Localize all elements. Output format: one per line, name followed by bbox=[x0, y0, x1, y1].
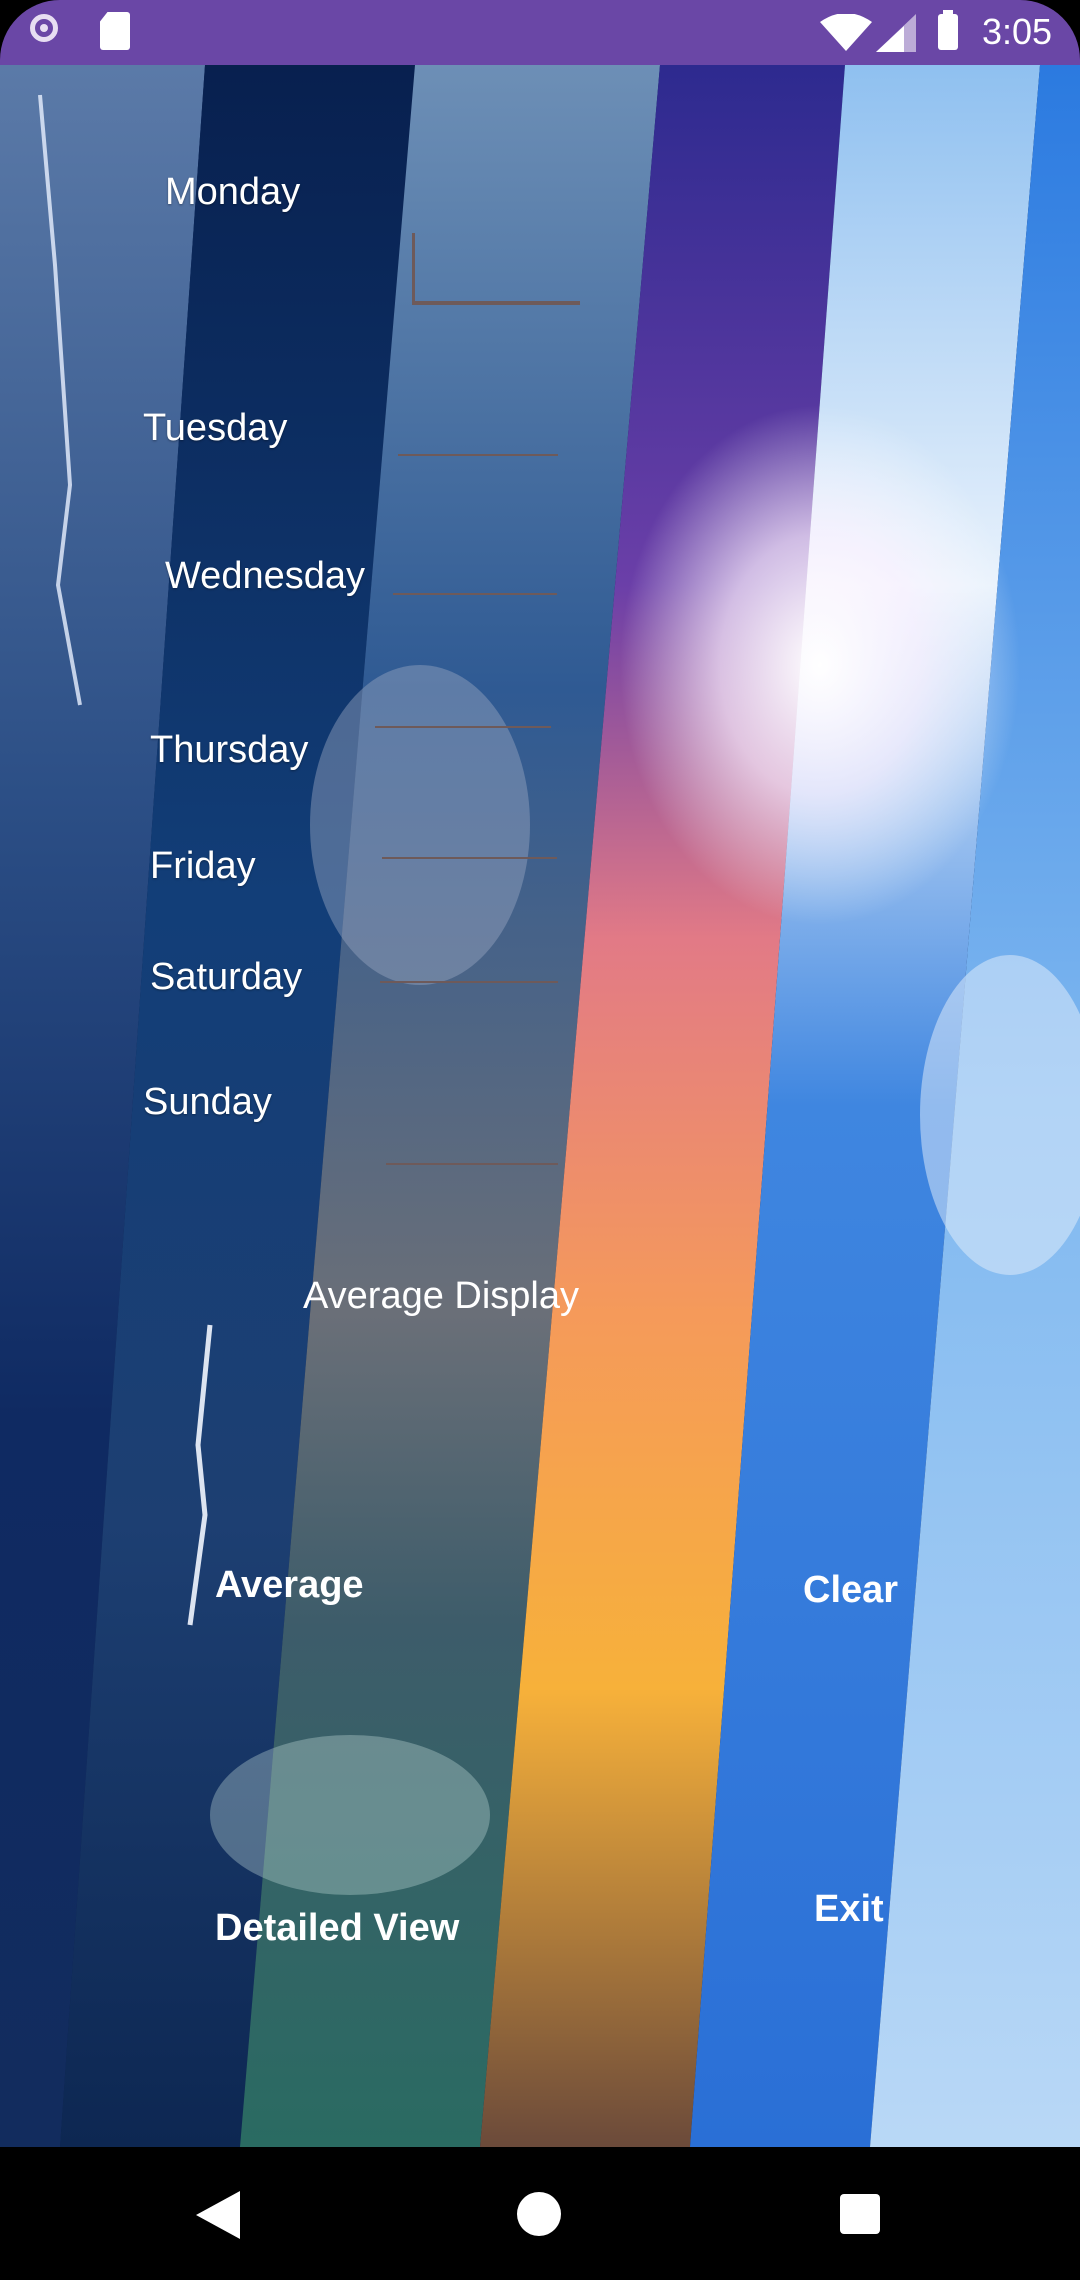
home-icon[interactable] bbox=[517, 2192, 561, 2236]
day-input-friday[interactable] bbox=[382, 811, 557, 859]
clear-button[interactable]: Clear bbox=[803, 1565, 898, 1615]
sd-card-icon bbox=[100, 12, 130, 50]
status-time: 3:05 bbox=[982, 11, 1053, 52]
main-content: Monday Tuesday Wednesday Thursday Friday… bbox=[0, 65, 1080, 2147]
day-label-monday: Monday bbox=[165, 171, 301, 213]
device-screen: 3:05 Monday Tuesday Wednesday Thursday F… bbox=[0, 0, 1080, 2280]
day-label-sunday: Sunday bbox=[143, 1081, 272, 1123]
day-label-saturday: Saturday bbox=[150, 956, 303, 998]
day-label-tuesday: Tuesday bbox=[143, 407, 288, 449]
day-input-sunday[interactable] bbox=[386, 1117, 558, 1165]
battery-icon bbox=[938, 10, 958, 50]
day-input-tuesday[interactable] bbox=[398, 408, 558, 456]
back-icon[interactable] bbox=[196, 2191, 240, 2239]
average-display: Average Display bbox=[303, 1275, 580, 1317]
day-label-friday: Friday bbox=[150, 845, 256, 887]
day-input-monday[interactable] bbox=[412, 233, 580, 305]
exit-button[interactable]: Exit bbox=[814, 1884, 884, 1934]
average-button[interactable]: Average bbox=[215, 1560, 364, 1610]
day-label-wednesday: Wednesday bbox=[165, 555, 365, 597]
status-bar: 3:05 bbox=[0, 0, 1080, 65]
day-label-thursday: Thursday bbox=[150, 729, 309, 771]
navigation-bar bbox=[0, 2147, 1080, 2280]
day-input-wednesday[interactable] bbox=[393, 547, 557, 595]
wifi-icon bbox=[820, 14, 872, 51]
detailed-view-button[interactable]: Detailed View bbox=[215, 1903, 459, 1953]
day-input-thursday[interactable] bbox=[375, 680, 551, 728]
signal-icon bbox=[876, 14, 916, 52]
day-input-saturday[interactable] bbox=[380, 935, 558, 983]
circle-icon bbox=[30, 14, 58, 42]
recents-icon[interactable] bbox=[840, 2194, 880, 2234]
